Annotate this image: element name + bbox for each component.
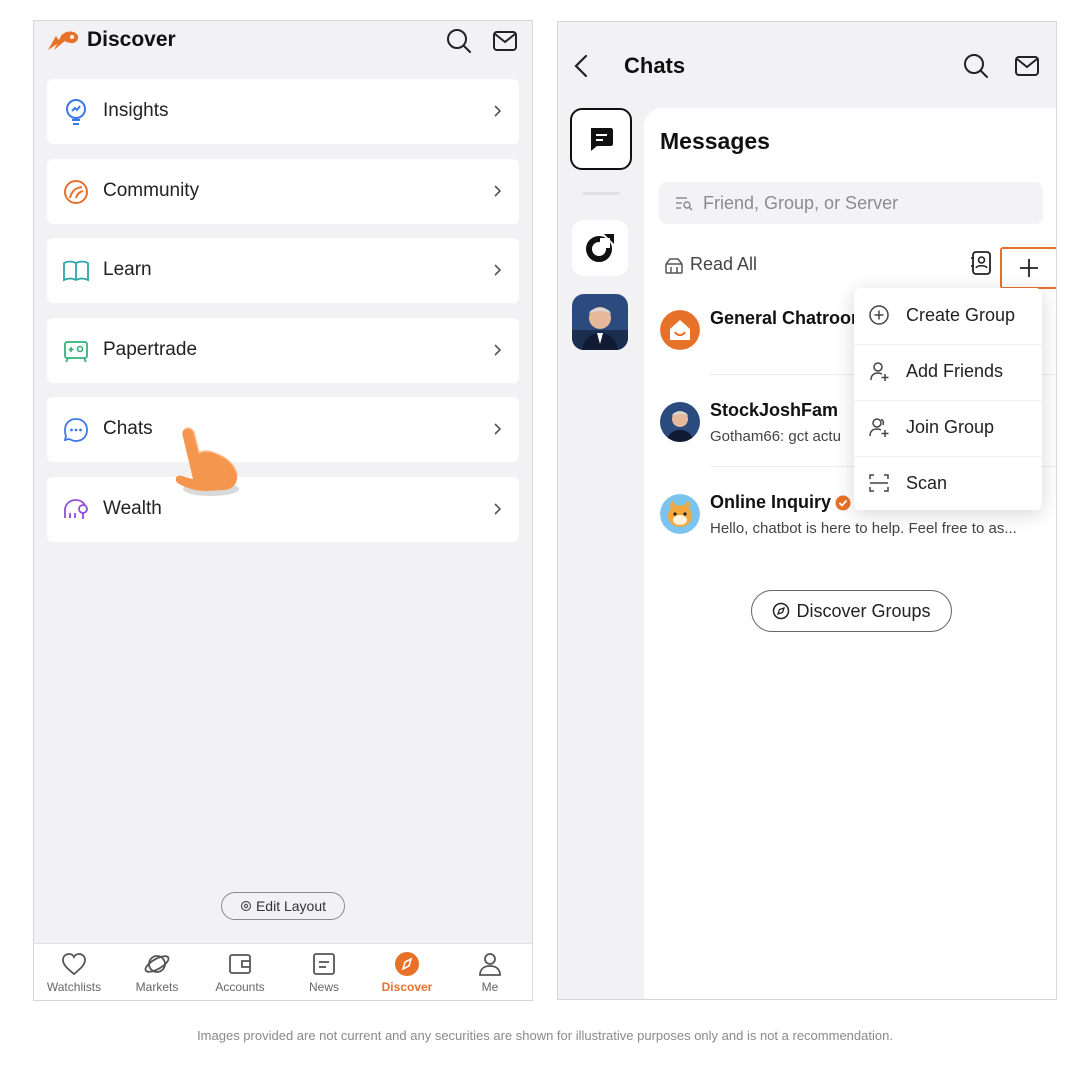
messages-title: Messages [660, 128, 770, 154]
chevron-right-icon [494, 105, 502, 117]
menu-item-label: Community [103, 180, 200, 201]
join-group-icon [869, 418, 889, 437]
add-menu-dropdown: Create Group Add Friends Join Group Scan [854, 288, 1042, 510]
search-list-icon [676, 197, 693, 211]
disclaimer-text: Images provided are not current and any … [197, 1028, 893, 1043]
nav-me[interactable]: Me [450, 950, 530, 994]
menu-item-papertrade[interactable]: Papertrade [47, 318, 519, 383]
community-icon [64, 180, 88, 204]
nav-markets[interactable]: Markets [117, 950, 197, 994]
messages-panel: Messages Read All [644, 108, 1056, 999]
stockjoshfam-avatar [660, 402, 700, 442]
messages-rail-button[interactable] [570, 108, 632, 170]
edit-layout-label: Edit Layout [255, 898, 327, 914]
chevron-right-icon [494, 423, 502, 435]
search-icon[interactable] [963, 53, 989, 79]
add-plus-button[interactable] [1000, 247, 1056, 289]
nav-news[interactable]: News [284, 950, 364, 994]
page-title: Chats [624, 53, 686, 78]
compass-icon [395, 952, 419, 976]
nav-accounts[interactable]: Accounts [200, 950, 280, 994]
nav-watchlists[interactable]: Watchlists [34, 950, 114, 994]
chat-bubble-icon [63, 418, 88, 442]
menu-item-label: Insights [103, 100, 169, 121]
menu-item-label: Wealth [103, 498, 162, 519]
nav-discover[interactable]: Discover [367, 950, 447, 994]
moomoo-server-icon [586, 234, 614, 262]
read-all-button[interactable]: Read All [664, 254, 757, 275]
menu-item-learn[interactable]: Learn [47, 238, 519, 303]
chevron-right-icon [494, 264, 502, 276]
server-rail [558, 108, 644, 999]
menu-item-community[interactable]: Community [47, 159, 519, 224]
create-group-item[interactable]: Create Group [854, 288, 1042, 344]
menu-item-wealth[interactable]: Wealth [47, 477, 519, 542]
contacts-book-icon[interactable] [970, 250, 992, 276]
add-friend-icon [870, 362, 889, 381]
join-group-item[interactable]: Join Group [854, 400, 1042, 456]
chat-preview: Gotham66: gct actu [710, 428, 841, 445]
mascot-icon [660, 494, 700, 534]
chevron-right-icon [494, 503, 502, 515]
user-server-avatar[interactable] [572, 294, 628, 350]
chats-screen: Chats Messages Friend, Group, or Server … [557, 21, 1057, 1000]
search-bar[interactable] [659, 182, 1043, 224]
page-title: Discover [87, 28, 176, 51]
book-icon [63, 260, 89, 282]
menu-item-label: Papertrade [103, 339, 198, 360]
chat-name: Online Inquiry [710, 492, 832, 512]
menu-item-label: Chats [103, 418, 153, 439]
house-icon [660, 310, 700, 350]
search-input[interactable] [703, 182, 1033, 224]
user-photo-icon [660, 402, 700, 442]
heart-icon [62, 953, 86, 976]
message-square-icon [591, 128, 613, 151]
chat-preview: Hello, chatbot is here to help. Feel fre… [710, 520, 1017, 537]
search-icon[interactable] [446, 28, 472, 54]
compass-icon [773, 602, 790, 620]
moomoo-logo-icon [48, 31, 79, 50]
moomoo-server-button[interactable] [572, 220, 628, 276]
broom-icon [665, 257, 683, 274]
chevron-right-icon [494, 344, 502, 356]
gear-icon [240, 900, 252, 912]
add-friends-item[interactable]: Add Friends [854, 344, 1042, 400]
back-arrow-icon[interactable] [572, 53, 590, 79]
read-all-label: Read All [690, 254, 758, 274]
gamepad-icon [64, 341, 88, 363]
general-chatroom-avatar [660, 310, 700, 350]
scan-item[interactable]: Scan [854, 456, 1042, 512]
person-icon [479, 953, 501, 976]
chat-name: StockJoshFam [710, 400, 839, 420]
mail-icon[interactable] [1014, 53, 1040, 79]
lightbulb-icon [66, 99, 86, 125]
planet-icon [144, 955, 170, 973]
user-photo-icon [572, 294, 628, 350]
menu-item-insights[interactable]: Insights [47, 79, 519, 144]
discover-groups-button[interactable]: Discover Groups [751, 590, 952, 632]
menu-item-chats[interactable]: Chats [47, 397, 519, 462]
online-inquiry-avatar [660, 494, 700, 534]
bottom-nav: Watchlists Markets Accounts News Discove… [34, 943, 532, 1000]
discover-header: Discover [34, 21, 532, 65]
edit-layout-button[interactable]: Edit Layout [221, 892, 345, 920]
plus-icon [1020, 259, 1038, 277]
pointer-hand-icon [175, 427, 239, 496]
chat-name: General Chatroom [710, 308, 868, 328]
plus-circle-icon [869, 305, 889, 325]
chevron-right-icon [494, 185, 502, 197]
mail-icon[interactable] [492, 28, 518, 54]
discover-screen: Discover Insights Community Learn Papert… [33, 20, 533, 1001]
verified-badge-icon [835, 495, 851, 511]
menu-item-label: Learn [103, 259, 152, 280]
discover-groups-label: Discover Groups [796, 600, 931, 621]
scan-icon [869, 474, 889, 492]
rail-divider [582, 192, 620, 195]
piggy-bank-icon [64, 499, 88, 519]
wallet-icon [229, 954, 251, 974]
news-icon [313, 953, 335, 975]
